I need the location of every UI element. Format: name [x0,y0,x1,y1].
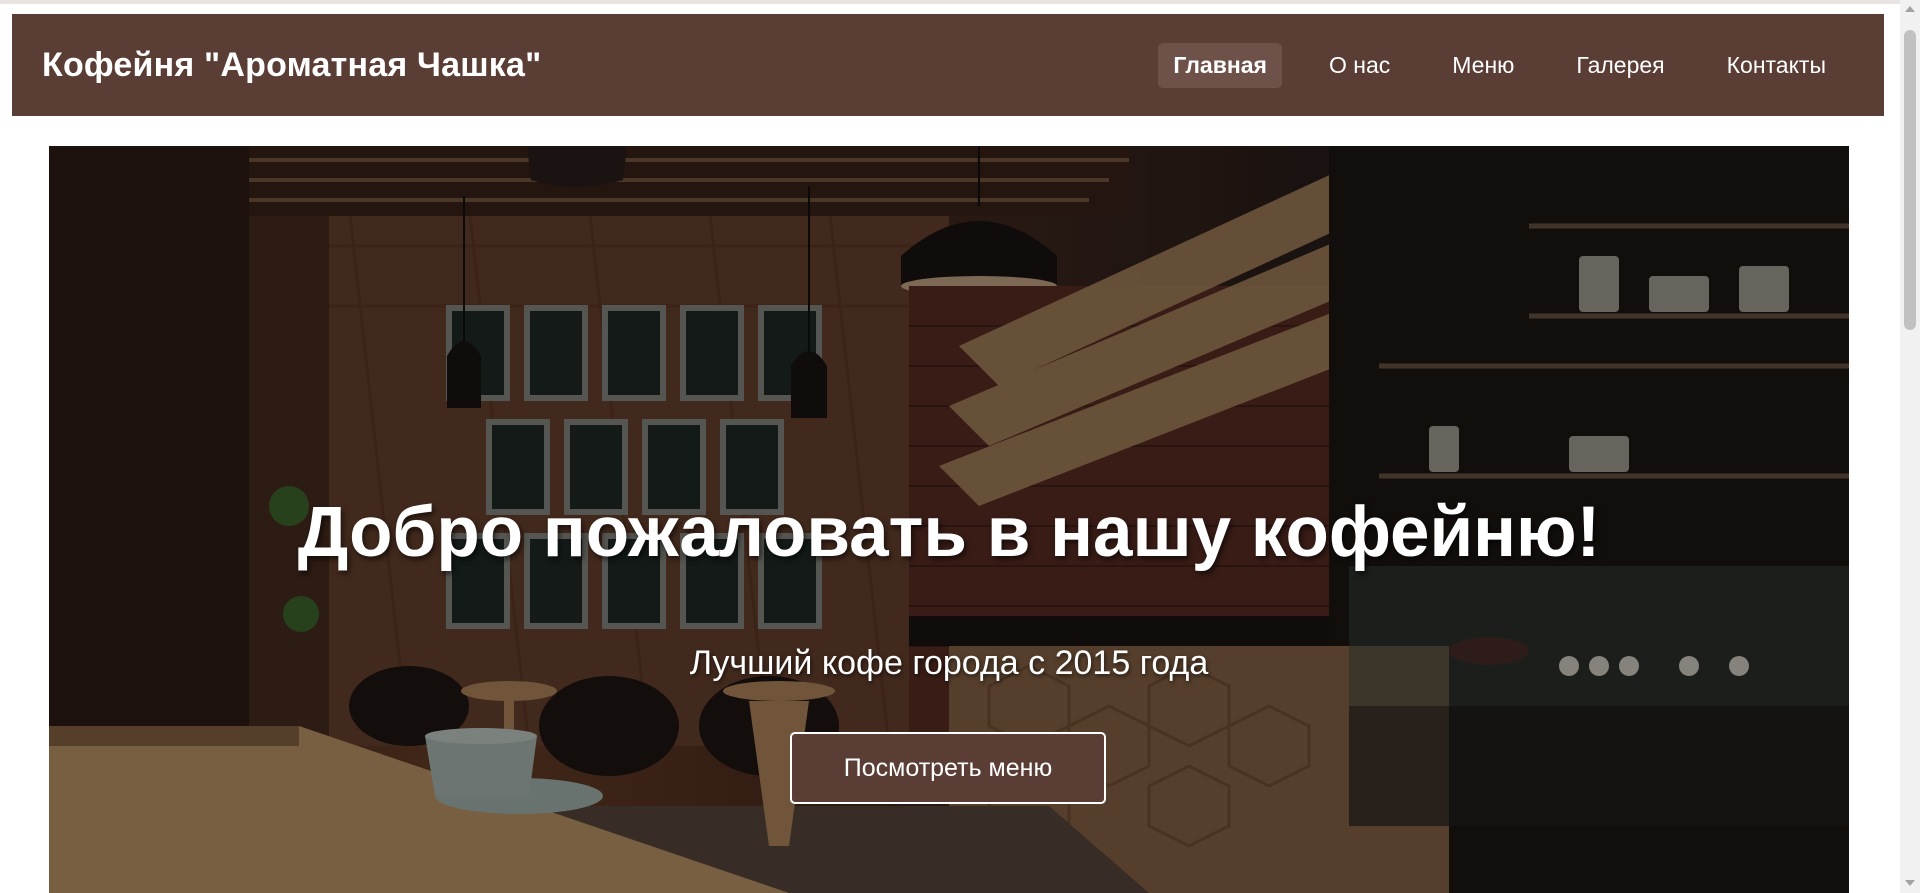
nav-link-menu[interactable]: Меню [1437,43,1529,88]
scroll-up-arrow-icon[interactable] [1905,6,1915,12]
page: Кофейня "Ароматная Чашка" Главная О нас … [0,0,1900,893]
hero-title: Добро пожаловать в нашу кофейню! [297,493,1601,572]
hero-subtitle: Лучший кофе города с 2015 года [689,644,1209,682]
scroll-down-arrow-icon[interactable] [1905,880,1915,886]
hero-content: Добро пожаловать в нашу кофейню! Лучший … [49,146,1849,893]
hero-section: Добро пожаловать в нашу кофейню! Лучший … [49,146,1849,893]
site-header: Кофейня "Ароматная Чашка" Главная О нас … [12,14,1884,116]
nav-link-home[interactable]: Главная [1158,42,1282,88]
scroll-thumb[interactable] [1904,30,1916,330]
main-nav: Главная О нас Меню Галерея Контакты [1138,42,1841,88]
vertical-scrollbar[interactable] [1900,0,1920,893]
nav-link-about[interactable]: О нас [1314,43,1405,88]
top-strip [0,0,1900,4]
view-menu-button[interactable]: Посмотреть меню [790,732,1106,804]
nav-link-gallery[interactable]: Галерея [1561,43,1679,88]
nav-link-contacts[interactable]: Контакты [1712,43,1841,88]
site-logo[interactable]: Кофейня "Ароматная Чашка" [42,46,541,85]
